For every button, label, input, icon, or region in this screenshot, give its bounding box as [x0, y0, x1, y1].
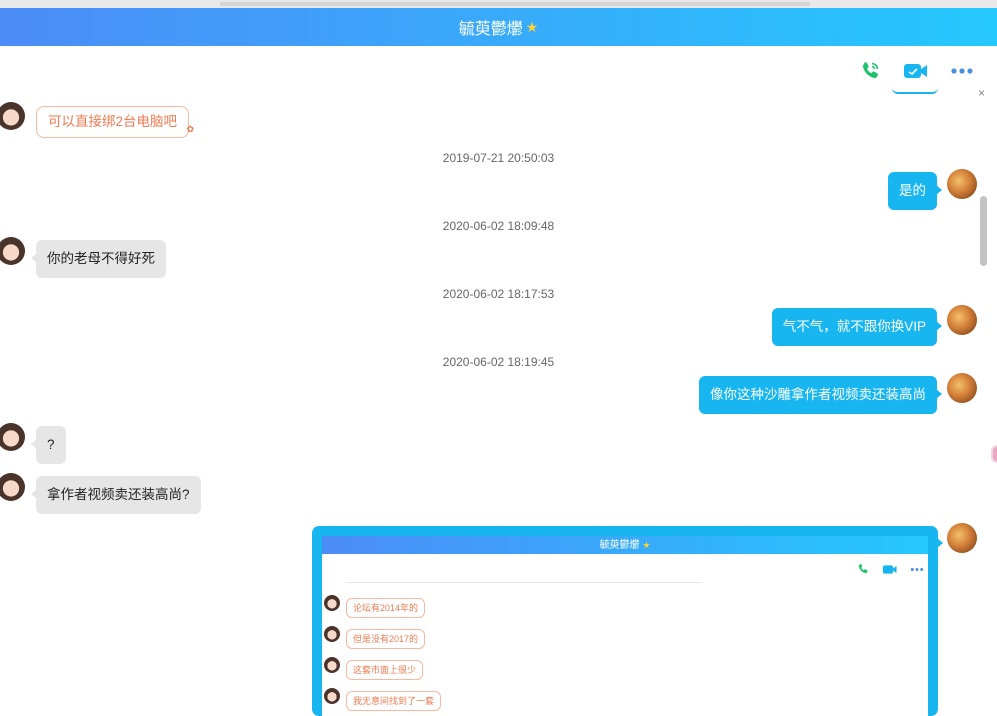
- chat-header: 毓萸鬱爩 ★: [0, 8, 997, 46]
- more-icon[interactable]: [949, 56, 975, 86]
- message-bubble-left[interactable]: ?: [31, 426, 66, 464]
- message-text: 可以直接绑2台电脑吧: [48, 114, 178, 129]
- video-call-icon[interactable]: [903, 56, 929, 86]
- decor-flower-icon: ✿: [186, 124, 195, 134]
- preview-message-text: 但是没有2017的: [353, 634, 419, 644]
- active-indicator: [892, 88, 938, 94]
- edge-avatar: [991, 445, 997, 463]
- message-bubble-right[interactable]: 像你这种沙雕拿作者视频卖还装高尚: [699, 376, 942, 414]
- preview-avatar: [324, 595, 340, 611]
- phone-icon: [858, 563, 868, 574]
- preview-message-text: 论坛有2014年的: [353, 603, 419, 613]
- preview-message: 我无意间找到了一套: [346, 691, 442, 711]
- my-avatar[interactable]: [947, 169, 977, 199]
- message-timestamp: 2019-07-21 20:50:03: [442, 151, 555, 165]
- star-icon: ★: [525, 18, 539, 35]
- contact-avatar[interactable]: [0, 102, 25, 130]
- window-top-strip: [0, 0, 997, 8]
- preview-divider: [346, 582, 702, 583]
- star-icon: ★: [642, 540, 651, 550]
- message-bubble-left[interactable]: 拿作者视频卖还装高尚?: [31, 476, 201, 514]
- message-text: ?: [47, 437, 55, 452]
- preview-avatar: [324, 688, 340, 704]
- preview-avatar: [324, 657, 340, 673]
- message-text: 你的老母不得好死: [47, 251, 155, 266]
- window-tab: [220, 2, 810, 6]
- preview-message-text: 这套市面上很少: [353, 665, 417, 675]
- phone-icon[interactable]: [857, 56, 883, 86]
- preview-title: 毓萸鬱爩: [599, 540, 640, 551]
- message-timestamp: 2020-06-02 18:19:45: [442, 355, 555, 369]
- preview-toolbar: [856, 562, 924, 576]
- preview-message: 但是没有2017的: [346, 629, 426, 649]
- video-call-icon: [882, 564, 897, 574]
- message-bubble-right[interactable]: 气不气，就不跟你换VIP: [771, 308, 943, 346]
- preview-message: 论坛有2014年的: [346, 598, 426, 618]
- message-text: 气不气，就不跟你换VIP: [782, 319, 926, 334]
- message-bubble-right[interactable]: 是的: [888, 172, 942, 210]
- contact-avatar[interactable]: [0, 237, 25, 265]
- preview-header: 毓萸鬱爩 ★: [322, 536, 928, 554]
- my-avatar[interactable]: [947, 373, 977, 403]
- my-avatar[interactable]: [947, 523, 977, 553]
- my-avatar[interactable]: [947, 305, 977, 335]
- preview-message-text: 我无意间找到了一套: [353, 696, 435, 706]
- chat-toolbar: [857, 56, 975, 86]
- message-timestamp: 2020-06-02 18:09:48: [442, 219, 555, 233]
- more-icon: [910, 567, 924, 571]
- contact-avatar[interactable]: [0, 473, 25, 501]
- message-text: 是的: [899, 183, 926, 198]
- message-bubble-left[interactable]: 可以直接绑2台电脑吧 ✿: [36, 106, 194, 138]
- message-text: 像你这种沙雕拿作者视频卖还装高尚: [710, 387, 926, 402]
- close-icon[interactable]: ×: [978, 86, 985, 100]
- preview-message: 这套市面上很少: [346, 660, 424, 680]
- chat-title: 毓萸鬱爩: [458, 21, 523, 38]
- preview-avatar: [324, 626, 340, 642]
- contact-avatar[interactable]: [0, 423, 25, 451]
- message-text: 拿作者视频卖还装高尚?: [47, 487, 190, 502]
- image-message[interactable]: 毓萸鬱爩 ★ 论坛有2014年的 但是没有2017的 这套市面上很少 我无意间找…: [312, 526, 943, 716]
- screenshot-preview: 毓萸鬱爩 ★ 论坛有2014年的 但是没有2017的 这套市面上很少 我无意间找…: [322, 536, 928, 716]
- message-bubble-left[interactable]: 你的老母不得好死: [31, 240, 166, 278]
- message-timestamp: 2020-06-02 18:17:53: [442, 287, 555, 301]
